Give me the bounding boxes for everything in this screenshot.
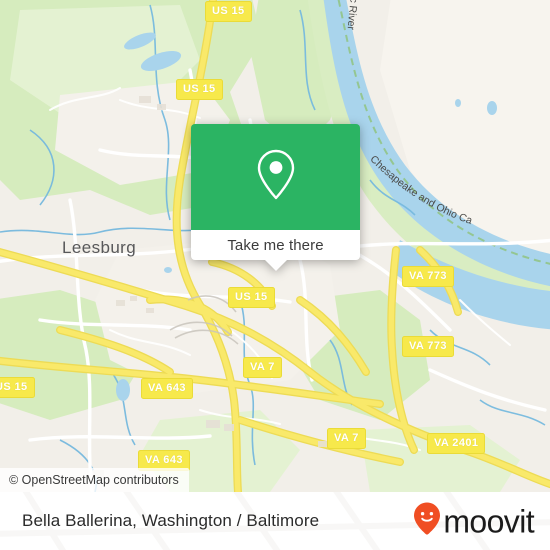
take-me-there-button[interactable]: Take me there bbox=[227, 237, 323, 254]
road-shield-us-15-west[interactable]: US 15 bbox=[0, 377, 35, 398]
popup-footer[interactable]: Take me there bbox=[191, 230, 360, 260]
moovit-location-card: ac River Chesapeake and Ohio Canal Leesb… bbox=[0, 0, 550, 550]
footer-bar: Bella Ballerina, Washington / Baltimore … bbox=[0, 492, 550, 550]
road-shield-va-773-lower[interactable]: VA 773 bbox=[402, 336, 454, 357]
moovit-brand: moovit bbox=[413, 502, 535, 541]
place-title: Bella Ballerina, Washington / Baltimore bbox=[22, 511, 320, 530]
moovit-smiley-pin-icon bbox=[413, 502, 441, 541]
map-pin-icon bbox=[253, 147, 299, 208]
osm-attribution[interactable]: © OpenStreetMap contributors bbox=[0, 468, 189, 492]
road-shield-va-643-upper[interactable]: VA 643 bbox=[141, 378, 193, 399]
road-shield-va-773-upper[interactable]: VA 773 bbox=[402, 266, 454, 287]
road-shield-us-15-center[interactable]: US 15 bbox=[228, 287, 275, 308]
road-shield-us-15-upper[interactable]: US 15 bbox=[176, 79, 223, 100]
road-shield-va-7-center[interactable]: VA 7 bbox=[243, 357, 282, 378]
popup-header bbox=[191, 124, 360, 230]
road-shield-us-15-north[interactable]: US 15 bbox=[205, 1, 252, 22]
road-shield-va-2401[interactable]: VA 2401 bbox=[427, 433, 486, 454]
popup-pointer-tail bbox=[264, 260, 287, 271]
road-shield-va-7-south[interactable]: VA 7 bbox=[327, 428, 366, 449]
moovit-wordmark: moovit bbox=[443, 503, 534, 539]
location-popup-card[interactable]: Take me there bbox=[191, 124, 360, 271]
